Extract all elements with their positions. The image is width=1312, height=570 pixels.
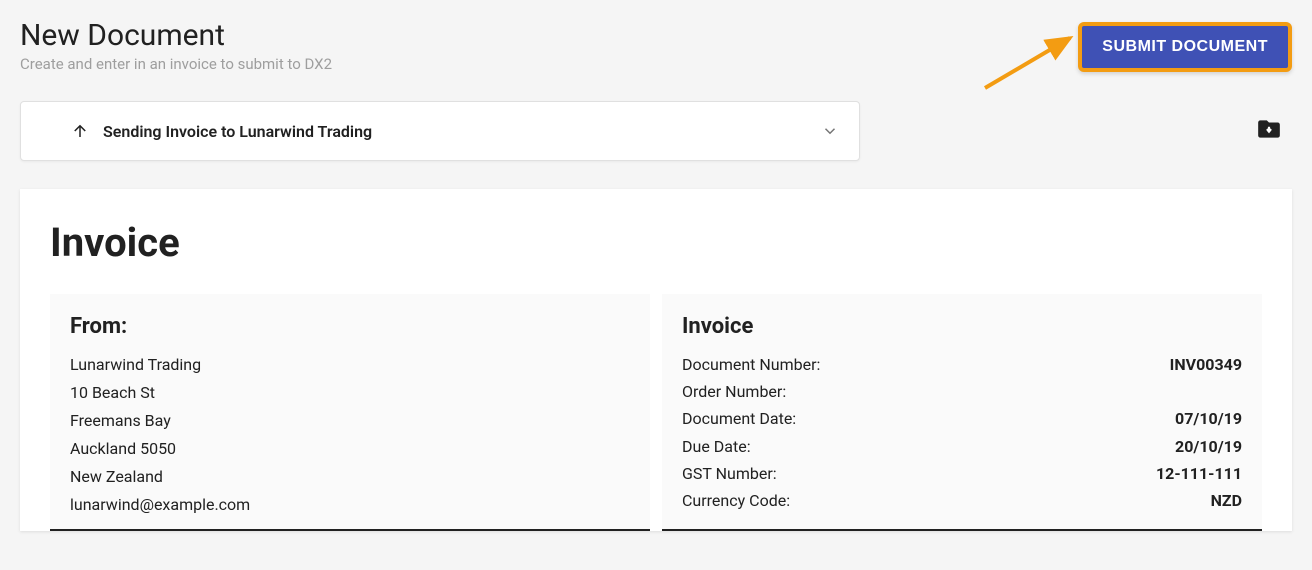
from-suburb: Freemans Bay	[70, 407, 630, 435]
accordion-title: Sending Invoice to Lunarwind Trading	[103, 122, 372, 141]
submit-document-button[interactable]: SUBMIT DOCUMENT	[1078, 22, 1292, 72]
meta-row-gst-number: GST Number: 12-111-111	[682, 460, 1242, 487]
from-company: Lunarwind Trading	[70, 351, 630, 379]
from-heading: From:	[70, 314, 630, 339]
meta-value: 20/10/19	[1175, 433, 1242, 460]
meta-row-due-date: Due Date: 20/10/19	[682, 433, 1242, 460]
meta-label: Order Number:	[682, 378, 786, 405]
from-country: New Zealand	[70, 463, 630, 491]
from-street: 10 Beach St	[70, 379, 630, 407]
sending-invoice-accordion[interactable]: Sending Invoice to Lunarwind Trading	[20, 101, 860, 161]
invoice-meta-panel: Invoice Document Number: INV00349 Order …	[662, 294, 1262, 531]
chevron-down-icon	[821, 122, 839, 140]
page-subtitle: Create and enter in an invoice to submit…	[20, 55, 332, 73]
invoice-card: Invoice From: Lunarwind Trading 10 Beach…	[20, 189, 1292, 531]
meta-value: 07/10/19	[1175, 405, 1242, 432]
meta-row-currency-code: Currency Code: NZD	[682, 487, 1242, 514]
meta-label: GST Number:	[682, 460, 777, 487]
meta-label: Document Date:	[682, 405, 796, 432]
invoice-heading: Invoice	[50, 219, 1262, 266]
meta-row-document-date: Document Date: 07/10/19	[682, 405, 1242, 432]
meta-value: NZD	[1211, 487, 1242, 514]
meta-row-order-number: Order Number:	[682, 378, 1242, 405]
arrow-up-icon	[71, 122, 89, 140]
page-title: New Document	[20, 18, 332, 53]
from-email: lunarwind@example.com	[70, 491, 630, 519]
from-city: Auckland 5050	[70, 435, 630, 463]
meta-value: 12-111-111	[1156, 460, 1242, 487]
invoice-meta-heading: Invoice	[682, 314, 1242, 339]
meta-row-document-number: Document Number: INV00349	[682, 351, 1242, 378]
meta-label: Due Date:	[682, 433, 751, 460]
from-panel: From: Lunarwind Trading 10 Beach St Free…	[50, 294, 650, 531]
folder-download-icon[interactable]	[1256, 116, 1282, 146]
meta-label: Currency Code:	[682, 487, 790, 514]
meta-label: Document Number:	[682, 351, 820, 378]
meta-value: INV00349	[1170, 351, 1242, 378]
